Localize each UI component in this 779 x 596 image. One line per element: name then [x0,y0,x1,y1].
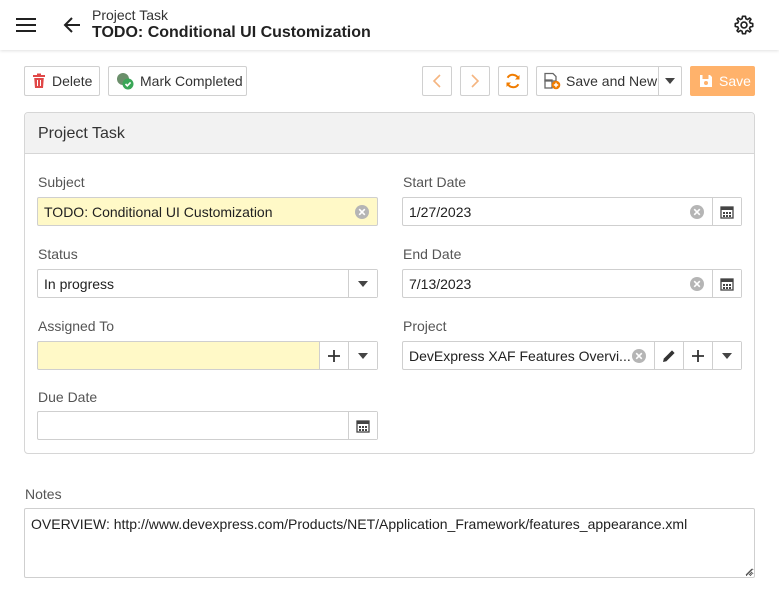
notes-textarea[interactable]: OVERVIEW: http://www.devexpress.com/Prod… [24,508,755,578]
status-select[interactable]: In progress [37,269,378,298]
end-date-label: End Date [403,246,462,262]
page-subtitle: Project Task [92,7,168,23]
calendar-icon [720,205,734,219]
project-dropdown-button[interactable] [712,342,741,369]
assigned-to-field[interactable] [37,341,378,370]
caret-down-icon [358,280,368,287]
save-and-new-button[interactable]: Save and New [536,66,659,96]
save-and-new-dropdown[interactable] [658,66,682,96]
assigned-to-add-button[interactable] [319,342,348,369]
clear-circle-icon[interactable] [354,204,370,220]
notes-label: Notes [25,486,62,502]
gear-icon[interactable] [733,14,755,36]
caret-down-icon [358,352,368,359]
plus-icon [328,349,340,362]
start-date-label: Start Date [403,174,467,190]
save-label: Save [719,73,751,89]
project-value[interactable]: DevExpress XAF Features Overvi... [403,348,631,364]
project-add-button[interactable] [683,342,712,369]
previous-record-button[interactable] [422,66,452,96]
trash-icon [32,73,46,89]
save-button[interactable]: Save [690,66,755,96]
refresh-button[interactable] [498,66,528,96]
subject-label: Subject [38,174,85,190]
due-date-calendar-button[interactable] [348,412,377,439]
status-label: Status [38,246,78,262]
end-date-field[interactable]: 7/13/2023 [402,269,742,298]
project-field[interactable]: DevExpress XAF Features Overvi... [402,341,742,370]
status-value[interactable]: In progress [38,276,348,292]
status-dropdown-button[interactable] [348,270,377,297]
end-date-calendar-button[interactable] [712,270,741,297]
start-date-value[interactable]: 1/27/2023 [403,204,689,220]
due-date-field[interactable] [37,411,378,440]
subject-value[interactable]: TODO: Conditional UI Customization [38,204,354,220]
next-record-button[interactable] [460,66,490,96]
mark-completed-button[interactable]: Mark Completed [108,66,247,96]
project-label: Project [403,318,447,334]
refresh-icon [506,73,520,89]
clear-circle-icon[interactable] [689,204,705,220]
mark-completed-label: Mark Completed [140,73,243,89]
calendar-icon [720,277,734,291]
page-title: TODO: Conditional UI Customization [92,24,371,41]
calendar-icon [356,419,370,433]
delete-button[interactable]: Delete [24,66,100,96]
project-edit-button[interactable] [654,342,683,369]
arrow-left-icon[interactable] [61,14,83,36]
pencil-icon [663,349,675,362]
app-header: Project Task TODO: Conditional UI Custom… [0,0,779,50]
save-icon [699,74,713,88]
start-date-field[interactable]: 1/27/2023 [402,197,742,226]
panel-title: Project Task [25,113,754,154]
end-date-value[interactable]: 7/13/2023 [403,276,689,292]
save-and-new-label: Save and New [566,73,658,89]
due-date-label: Due Date [38,389,98,405]
chevron-right-icon [471,74,480,88]
delete-label: Delete [52,73,93,89]
clear-circle-icon[interactable] [631,348,647,364]
caret-down-icon [722,352,732,359]
subject-field[interactable]: TODO: Conditional UI Customization [37,197,378,226]
caret-down-icon [665,78,675,84]
start-date-calendar-button[interactable] [712,198,741,225]
clear-circle-icon[interactable] [689,276,705,292]
resize-grip-icon[interactable] [743,566,753,576]
save-new-icon [543,72,561,90]
hamburger-icon[interactable] [15,16,37,34]
chevron-left-icon [432,74,441,88]
check-circle-icon [116,72,134,90]
assigned-to-label: Assigned To [38,318,115,334]
assigned-to-dropdown-button[interactable] [348,342,377,369]
plus-icon [692,349,704,362]
